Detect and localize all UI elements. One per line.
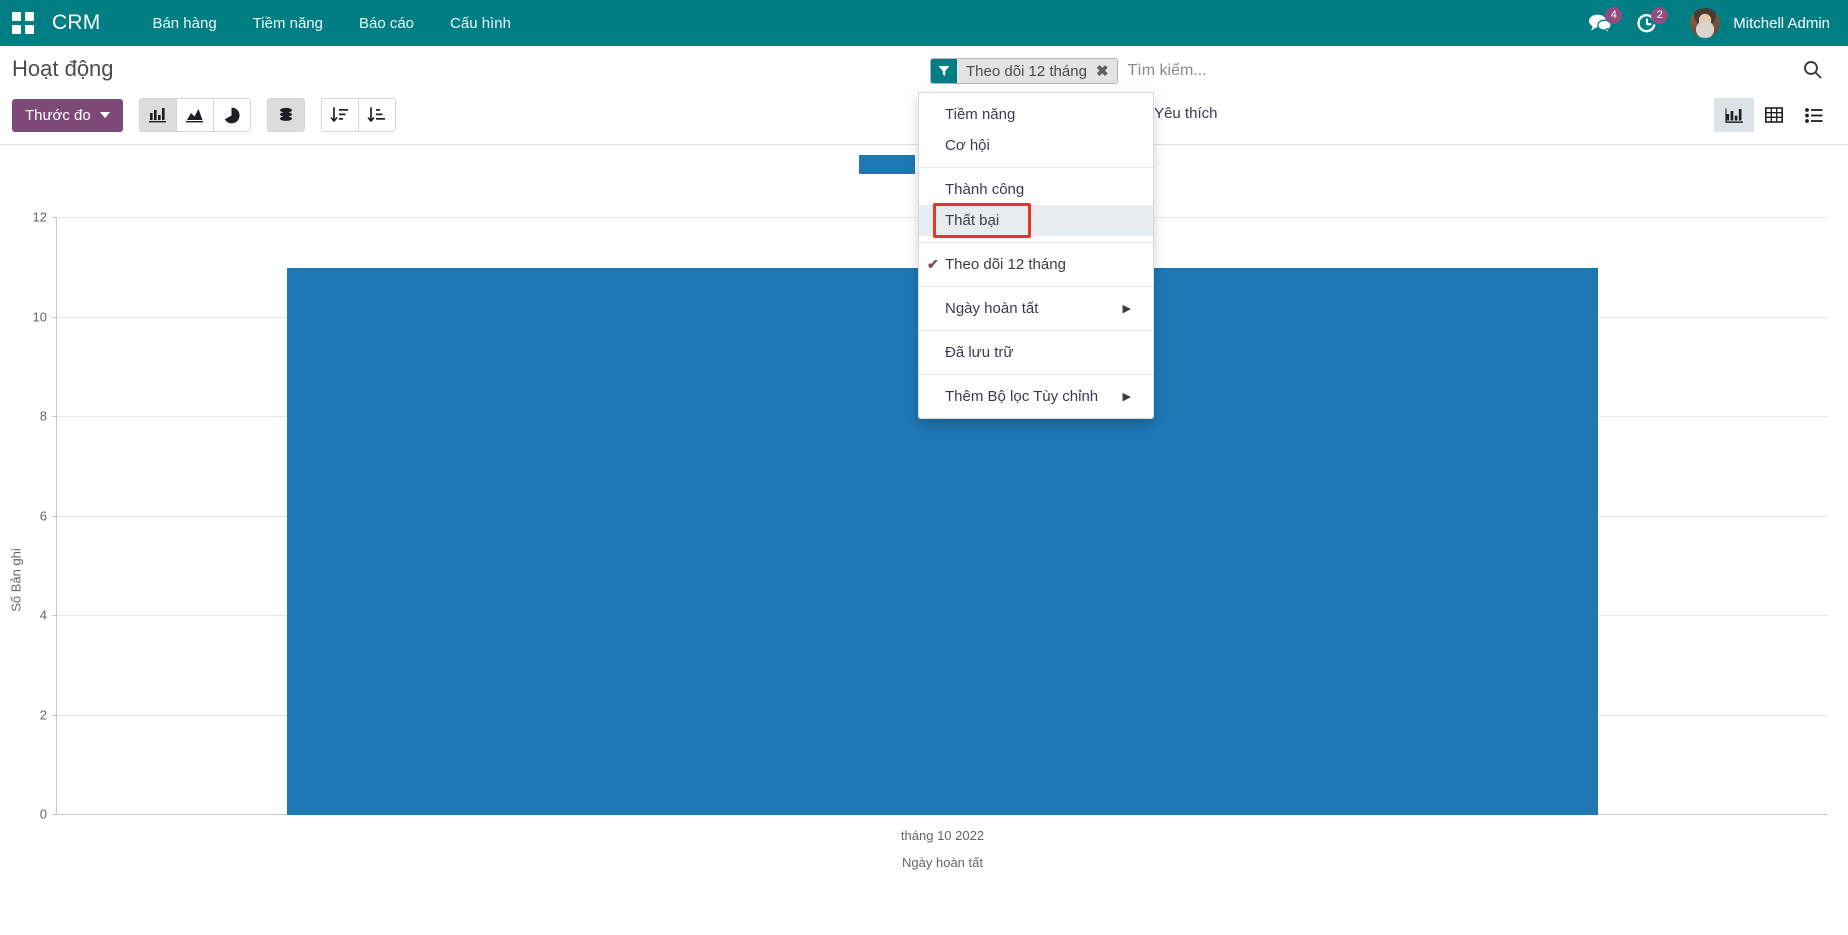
axis-tickmark [52,715,57,716]
pivot-view-button[interactable] [1754,98,1794,132]
chevron-down-icon [100,112,110,118]
search-area: Theo dõi 12 tháng ✖ [930,58,1834,87]
list-view-icon [1805,108,1823,123]
close-icon[interactable]: ✖ [1094,59,1117,83]
filter-item-that-bai[interactable]: Thất bại [919,205,1153,236]
filter-item-co-hoi[interactable]: Cơ hội [919,130,1153,161]
list-view-button[interactable] [1794,98,1834,132]
page-title: Hoạt động [0,56,114,82]
favorites-label: Yêu thích [1154,105,1217,122]
apps-grid-cell [25,25,34,34]
divider [919,167,1153,168]
x-axis-tick-label: tháng 10 2022 [901,828,984,843]
axis-tickmark [52,416,57,417]
stacked-database-icon [277,107,295,124]
y-axis-tick-label: 8 [40,409,47,424]
axis-tickmark [52,516,57,517]
sort-ascending-button[interactable] [358,98,396,132]
y-axis-tick-label: 6 [40,508,47,523]
sort-descending-button[interactable] [321,98,359,132]
divider [919,374,1153,375]
activities-badge: 2 [1651,7,1668,24]
chart-type-button-group [139,98,251,132]
pie-chart-icon [223,107,240,124]
top-navbar: CRM Bán hàng Tiềm năng Báo cáo Cấu hình … [0,0,1848,46]
axis-tickmark [52,317,57,318]
filter-item-them-bo-loc-tuy-chinh[interactable]: Thêm Bộ lọc Tùy chỉnh ▶ [919,381,1153,412]
filter-funnel-icon [931,59,957,83]
stacked-button-group [267,98,305,132]
search-box[interactable]: Theo dõi 12 tháng ✖ [930,58,1790,87]
measures-label: Thước đo [25,107,91,124]
user-menu[interactable]: Mitchell Admin [1733,15,1834,32]
measures-button[interactable]: Thước đo [12,99,123,132]
axis-tickmark [52,217,57,218]
divider [919,242,1153,243]
menu-item-ban-hang[interactable]: Bán hàng [134,2,234,45]
filter-item-label: Đã lưu trữ [945,344,1013,361]
sort-descending-icon [330,107,349,124]
bar-chart-icon [149,107,167,123]
search-input[interactable] [1118,62,1790,80]
activities-menu[interactable]: 2 [1628,7,1670,40]
apps-grid-cell [12,12,21,21]
y-axis-tick-label: 12 [33,210,47,225]
apps-grid-icon[interactable] [12,12,34,34]
y-axis-tick-label: 10 [33,309,47,324]
divider [919,286,1153,287]
y-axis-tick-label: 0 [40,807,47,822]
graph-view-button[interactable] [1714,98,1754,132]
filter-item-thanh-cong[interactable]: Thành công [919,174,1153,205]
messages-badge: 4 [1605,7,1622,24]
filter-item-label: Cơ hội [945,137,990,154]
stacked-toggle-button[interactable] [267,98,305,132]
search-facet-theo-doi-12-thang[interactable]: Theo dõi 12 tháng ✖ [930,58,1118,84]
messages-menu[interactable]: 4 [1580,7,1624,39]
filters-dropdown-menu: Tiềm năng Cơ hội Thành công Thất bại ✔ T… [918,92,1154,419]
filter-item-label: Thêm Bộ lọc Tùy chỉnh [945,388,1098,405]
y-axis-title: Số Bản ghi [9,548,24,612]
pivot-view-icon [1765,107,1783,123]
axis-tickmark [52,615,57,616]
x-axis-title: Ngày hoàn tất [902,855,983,870]
view-switcher [1714,98,1834,132]
navbar-right-section: 4 2 Mitchell Admin [1580,7,1834,40]
legend-swatch [859,155,915,174]
main-menu: Bán hàng Tiềm năng Báo cáo Cấu hình [134,2,528,45]
search-icon[interactable] [1790,58,1834,79]
bar-chart-button[interactable] [139,98,177,132]
avatar[interactable] [1690,8,1720,38]
filter-item-label: Ngày hoàn tất [945,300,1038,317]
y-axis-tick-label: 4 [40,608,47,623]
filter-item-ngay-hoan-tat[interactable]: Ngày hoàn tất ▶ [919,293,1153,324]
axis-tickmark [52,814,57,815]
filter-item-label: Tiềm năng [945,106,1015,123]
filter-item-label: Thành công [945,181,1024,198]
control-panel: Hoạt động Theo dõi 12 tháng ✖ [0,46,1848,145]
menu-item-cau-hinh[interactable]: Cấu hình [432,2,529,45]
apps-grid-cell [12,25,21,34]
chevron-right-icon: ▶ [1105,390,1131,403]
filter-item-label: Thất bại [945,212,999,229]
pie-chart-button[interactable] [213,98,251,132]
app-brand-crm[interactable]: CRM [52,11,100,35]
apps-grid-cell [25,12,34,21]
sort-button-group [321,98,396,132]
check-icon: ✔ [927,256,939,273]
sort-ascending-icon [367,107,386,124]
graph-view-icon [1725,107,1744,124]
menu-item-tiem-nang[interactable]: Tiềm năng [235,2,341,45]
filter-item-tiem-nang[interactable]: Tiềm năng [919,99,1153,130]
y-axis-tick-label: 2 [40,707,47,722]
search-facet-label: Theo dõi 12 tháng [957,59,1094,83]
menu-item-bao-cao[interactable]: Báo cáo [341,2,432,45]
chevron-right-icon: ▶ [1105,302,1131,315]
divider [919,330,1153,331]
filter-item-da-luu-tru[interactable]: Đã lưu trữ [919,337,1153,368]
control-panel-top-row: Hoạt động Theo dõi 12 tháng ✖ [0,46,1848,96]
line-chart-button[interactable] [176,98,214,132]
line-area-chart-icon [186,107,204,123]
filter-item-label: Theo dõi 12 tháng [945,256,1066,273]
filter-item-theo-doi-12-thang[interactable]: ✔ Theo dõi 12 tháng [919,249,1153,280]
